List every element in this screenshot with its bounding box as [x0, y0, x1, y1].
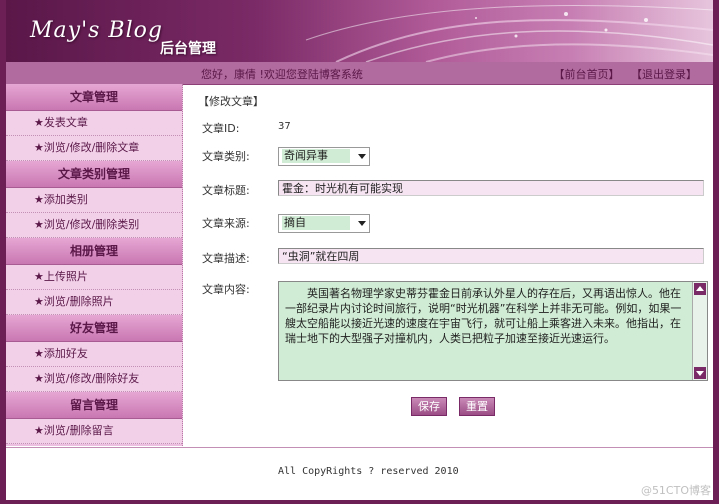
sidebar-section-album: 相册管理: [6, 238, 182, 265]
logo-text: May's Blog: [30, 18, 163, 43]
sidebar-item-add-friend[interactable]: ★添加好友: [6, 342, 182, 367]
article-id-label: 文章ID:: [202, 122, 240, 135]
sidebar-section-categories: 文章类别管理: [6, 161, 182, 188]
watermark: @51CTO博客: [640, 484, 711, 497]
description-label: 文章描述:: [202, 252, 250, 265]
sidebar-section-messages: 留言管理: [6, 392, 182, 419]
logo-subtitle: 后台管理: [160, 41, 216, 57]
content-text: 英国著名物理学家史蒂芬霍金日前承认外星人的存在后，又再语出惊人。他在一部纪录片内…: [285, 287, 682, 345]
sidebar-item-manage-photos[interactable]: ★浏览/删除照片: [6, 290, 182, 315]
source-select[interactable]: 摘自: [278, 214, 370, 233]
content-textarea[interactable]: 英国著名物理学家史蒂芬霍金日前承认外星人的存在后，又再语出惊人。他在一部纪录片内…: [278, 281, 708, 381]
textarea-scrollbar[interactable]: [692, 282, 707, 380]
page-title: 【修改文章】: [198, 95, 264, 108]
frontpage-link[interactable]: 【前台首页】: [554, 68, 620, 81]
content-label: 文章内容:: [202, 283, 250, 296]
sidebar-item-upload-photo[interactable]: ★上传照片: [6, 265, 182, 290]
footer: All CopyRights ? reserved 2010: [6, 447, 713, 500]
sidebar-item-post-article[interactable]: ★发表文章: [6, 111, 182, 136]
top-links: 【前台首页】 【退出登录】: [546, 66, 698, 82]
sidebar-item-add-category[interactable]: ★添加类别: [6, 188, 182, 213]
welcome-message: 您好，康倩 !欢迎您登陆博客系统: [201, 68, 363, 81]
reset-button[interactable]: 重置: [459, 397, 495, 416]
scroll-up-icon[interactable]: [694, 283, 706, 295]
chevron-down-icon: [358, 154, 366, 159]
description-input[interactable]: “虫洞”就在四周: [278, 248, 704, 264]
logout-link[interactable]: 【退出登录】: [631, 68, 697, 81]
sidebar-section-articles: 文章管理: [6, 84, 182, 111]
title-input[interactable]: 霍金：时光机有可能实现: [278, 180, 704, 196]
sidebar: 文章管理 ★发表文章 ★浏览/修改/删除文章 文章类别管理 ★添加类别 ★浏览/…: [6, 84, 183, 446]
copyright-text: All CopyRights ? reserved 2010: [278, 466, 459, 477]
source-select-value: 摘自: [282, 216, 350, 230]
header-banner: May's Blog 后台管理: [6, 0, 713, 62]
source-label: 文章来源:: [202, 217, 250, 230]
category-label: 文章类别:: [202, 150, 250, 163]
sidebar-item-manage-messages[interactable]: ★浏览/删除留言: [6, 419, 182, 444]
category-select[interactable]: 奇闻异事: [278, 147, 370, 166]
sidebar-item-manage-articles[interactable]: ★浏览/修改/删除文章: [6, 136, 182, 161]
category-select-value: 奇闻异事: [282, 149, 350, 163]
main-content: 【修改文章】 文章ID: 37 文章类别: 奇闻异事 文章标题: 霍金：时光机有…: [184, 84, 713, 446]
title-label: 文章标题:: [202, 184, 250, 197]
scroll-down-icon[interactable]: [694, 367, 706, 379]
article-id-value: 37: [278, 121, 291, 132]
sidebar-item-manage-friends[interactable]: ★浏览/修改/删除好友: [6, 367, 182, 392]
chevron-down-icon: [358, 221, 366, 226]
sidebar-item-manage-categories[interactable]: ★浏览/修改/删除类别: [6, 213, 182, 238]
page-frame: May's Blog 后台管理 您好，康倩 !欢迎您登陆博客系统 【前台首页】 …: [6, 0, 713, 500]
sidebar-section-friends: 好友管理: [6, 315, 182, 342]
top-bar: 您好，康倩 !欢迎您登陆博客系统 【前台首页】 【退出登录】: [6, 62, 713, 85]
save-button[interactable]: 保存: [411, 397, 447, 416]
